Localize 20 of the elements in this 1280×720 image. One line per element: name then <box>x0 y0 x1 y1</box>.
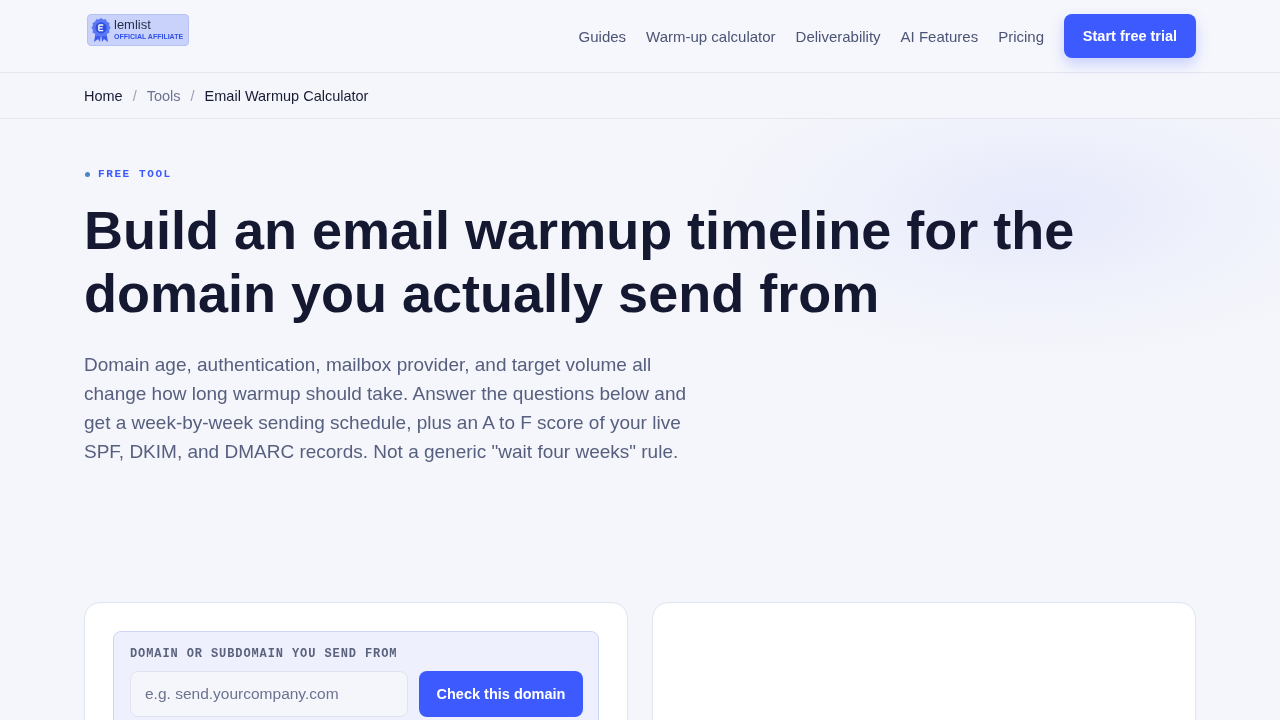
breadcrumb-link[interactable]: Home <box>84 87 123 104</box>
nav-link[interactable]: Warm-up calculator <box>646 27 776 45</box>
domain-input-field[interactable]: e.g. send.yourcompany.com <box>130 671 408 717</box>
eyebrow-dot-icon <box>85 171 90 177</box>
eyebrow-label: FREE TOOL <box>98 168 172 180</box>
check-domain-button[interactable]: Check this domain <box>419 671 583 717</box>
breadcrumb-link[interactable]: Tools <box>146 87 181 104</box>
medal-icon <box>91 17 111 43</box>
breadcrumb-separator: / <box>132 87 137 104</box>
nav-link[interactable]: Guides <box>578 27 627 45</box>
start-trial-button[interactable]: Start free trial <box>1064 14 1196 58</box>
nav-link[interactable]: AI Features <box>900 27 979 45</box>
nav-link[interactable]: Deliverability <box>795 27 881 45</box>
domain-field-label: DOMAIN OR SUBDOMAIN YOU SEND FROM <box>130 646 399 662</box>
breadcrumb-separator: / <box>190 87 195 104</box>
breadcrumb-link[interactable]: Email Warmup Calculator <box>204 87 369 104</box>
page-title: Build an email warmup timeline for the domain you actually send from <box>84 199 1076 325</box>
intro-paragraph: Domain age, authentication, mailbox provider, and target volume all change how long warmup should take. Answer the questions below and get a week-by-week sending schedule, plus an A to F score of your live SPF, DKIM, and DMARC records. Not a generic "wait four weeks" rule. <box>84 353 688 464</box>
nav-link[interactable]: Pricing <box>998 27 1044 45</box>
logo-wordmark: lemlist <box>114 17 152 32</box>
